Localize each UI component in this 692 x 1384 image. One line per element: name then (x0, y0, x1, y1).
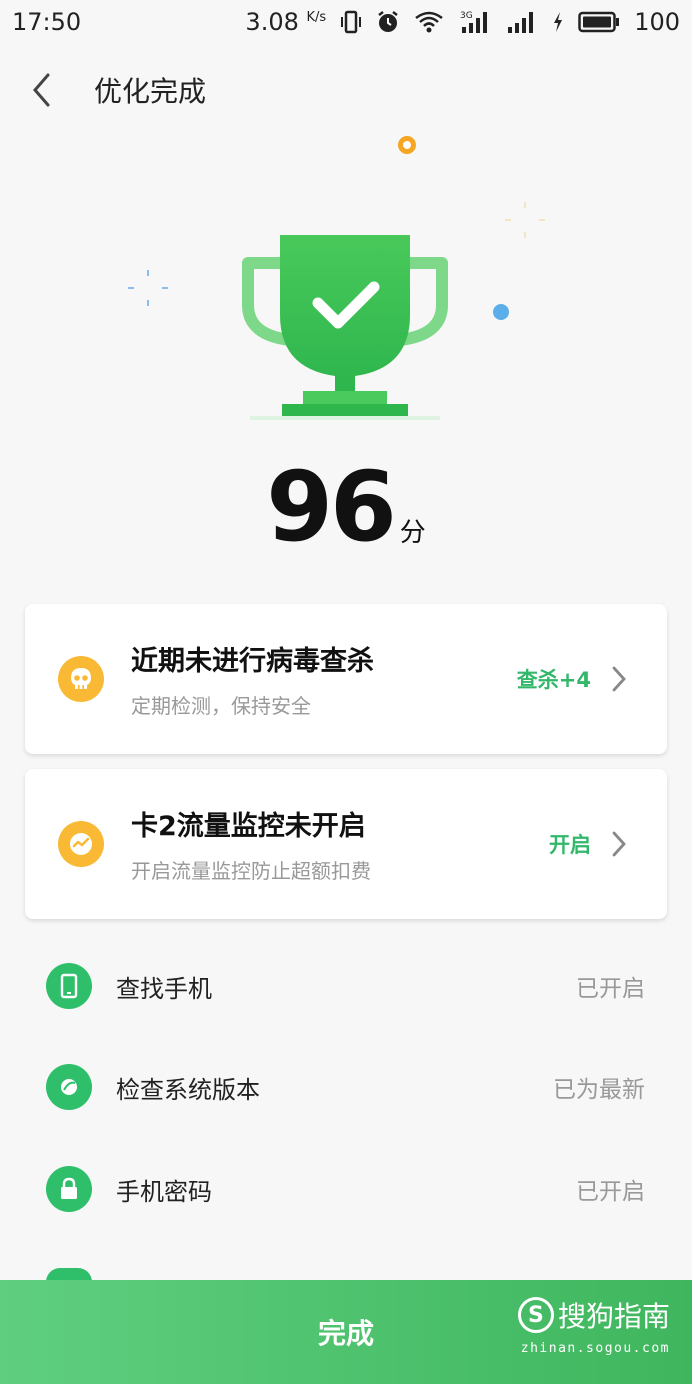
system-version-icon (46, 1064, 92, 1110)
list-item-status: 已为最新 (553, 1077, 645, 1103)
list-item-label: 查找手机 (116, 974, 212, 1003)
battery-level: 100 (634, 8, 680, 36)
list-item-label: 检查系统版本 (116, 1075, 260, 1104)
score-display: 96 分 (0, 445, 692, 555)
phone-icon (46, 963, 92, 1009)
card-title: 卡2流量监控未开启 (131, 811, 366, 842)
list-item-phone-password[interactable]: 手机密码 已开启 (0, 1144, 692, 1234)
chevron-left-icon (33, 73, 50, 107)
traffic-monitor-action[interactable]: 开启 (549, 829, 627, 859)
virus-scan-action[interactable]: 查杀+4 (517, 664, 627, 694)
chevron-right-icon (612, 666, 626, 692)
signal-icon (506, 10, 538, 34)
traffic-monitor-card[interactable]: 卡2流量监控未开启 开启流量监控防止超额扣费 开启 (25, 769, 667, 919)
skull-icon (58, 656, 104, 702)
status-bar: 17:50 3.08 K/s 3G 100 (0, 0, 692, 44)
card-action-label: 查杀+4 (516, 668, 591, 692)
trophy-illustration (0, 120, 692, 440)
card-text: 近期未进行病毒查杀 定期检测，保持安全 (131, 639, 517, 719)
score-unit: 分 (399, 518, 426, 548)
watermark-url: zhinan.sogou.com (520, 1341, 670, 1356)
sogou-logo-icon: S (517, 1297, 554, 1333)
list-item-find-phone[interactable]: 查找手机 已开启 (0, 941, 692, 1031)
speed-unit: K/s (306, 10, 327, 25)
list-item-label: 手机密码 (116, 1177, 212, 1206)
wifi-icon (414, 10, 444, 34)
done-button-label: 完成 (317, 1317, 374, 1350)
app-header: 优化完成 (0, 60, 692, 120)
signal-3g-icon: 3G (458, 9, 492, 35)
blue-dot-decoration (493, 304, 509, 320)
score-value: 96 (266, 451, 397, 563)
watermark: S 搜狗指南 zhinan.sogou.com (517, 1295, 670, 1356)
watermark-brand-text: 搜狗指南 (557, 1300, 670, 1333)
faint-sparkle-decoration (505, 202, 545, 238)
speed-value: 3.08 (245, 8, 299, 36)
list-item-system-version[interactable]: 检查系统版本 已为最新 (0, 1042, 692, 1132)
page-title: 优化完成 (94, 75, 207, 108)
network-badge: 3G (460, 11, 473, 21)
card-subtitle: 定期检测，保持安全 (131, 694, 311, 718)
alarm-icon (376, 10, 400, 34)
status-time: 17:50 (12, 8, 82, 36)
card-action-label: 开启 (549, 833, 591, 857)
card-text: 卡2流量监控未开启 开启流量监控防止超额扣费 (131, 804, 549, 884)
watermark-brand: S 搜狗指南 (517, 1295, 670, 1335)
status-icons: 3.08 K/s 3G 100 (245, 8, 680, 36)
lock-icon (46, 1166, 92, 1212)
chevron-right-icon (612, 831, 626, 857)
card-subtitle: 开启流量监控防止超额扣费 (131, 859, 371, 883)
back-button[interactable] (0, 60, 84, 120)
card-title: 近期未进行病毒查杀 (131, 646, 374, 677)
vibrate-icon (340, 10, 362, 34)
traffic-monitor-icon (58, 821, 104, 867)
list-item-status: 已开启 (576, 1179, 645, 1205)
virus-scan-card[interactable]: 近期未进行病毒查杀 定期检测，保持安全 查杀+4 (25, 604, 667, 754)
sparkle-decoration (128, 270, 168, 306)
network-speed: 3.08 K/s (245, 8, 326, 36)
orange-dot-decoration (398, 136, 416, 154)
trophy-icon (242, 235, 448, 420)
battery-icon (578, 11, 620, 33)
charging-icon (552, 11, 564, 33)
list-item-status: 已开启 (576, 976, 645, 1002)
